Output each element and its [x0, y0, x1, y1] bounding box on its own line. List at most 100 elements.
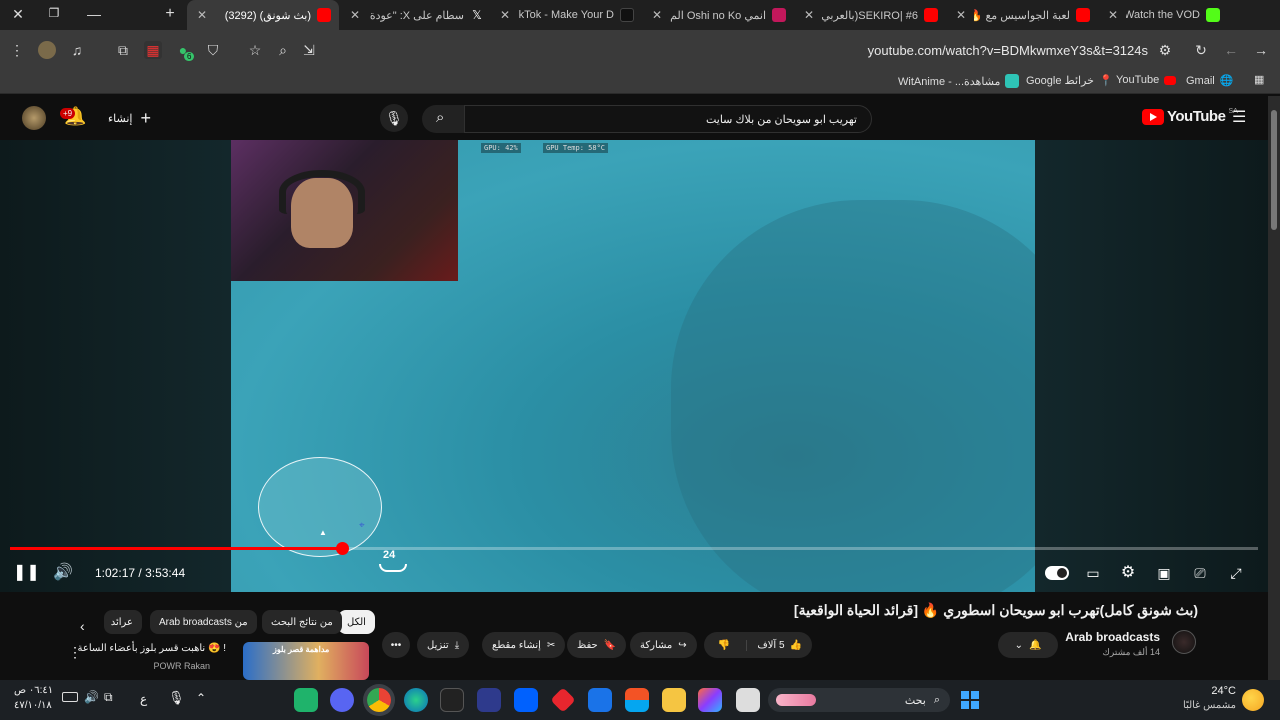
bookmark-witanime[interactable]: مشاهدة... - WitAnime: [898, 74, 1020, 88]
microphone-icon[interactable]: 🎙: [168, 690, 185, 706]
search-input[interactable]: تهريب ابو سويحان من بلاك سايت: [464, 105, 872, 133]
related-video-channel[interactable]: POWR Rakan: [153, 661, 210, 671]
teams-icon[interactable]: [477, 688, 501, 712]
extension-icon[interactable]: ▦: [144, 41, 162, 59]
back-icon[interactable]: →: [1252, 41, 1270, 59]
copilot-icon[interactable]: [698, 688, 722, 712]
chrome-icon[interactable]: [367, 688, 391, 712]
tab-youtube-active[interactable]: (بث شونق) (3292) ✕: [187, 0, 339, 30]
video-progress-bar[interactable]: [10, 542, 1258, 555]
settings-gear-icon[interactable]: ⚙: [1117, 562, 1139, 584]
edge-icon[interactable]: [404, 688, 428, 712]
close-tab-icon[interactable]: ✕: [1106, 8, 1120, 22]
close-tab-icon[interactable]: ✕: [650, 8, 664, 22]
create-button[interactable]: إنشاء +: [108, 108, 151, 129]
tab-sekiro[interactable]: SEKIRO| #6(بالعربي) ✕: [794, 0, 946, 30]
close-tab-icon[interactable]: ✕: [195, 8, 209, 22]
site-settings-icon[interactable]: ⚙: [1156, 41, 1174, 59]
taskbar-time[interactable]: ٠٦:٤١ ص: [14, 685, 53, 696]
network-icon[interactable]: ⧉: [104, 690, 113, 705]
volume-icon[interactable]: 🔊: [52, 562, 74, 584]
channel-avatar[interactable]: [1172, 630, 1196, 654]
subtitles-icon[interactable]: ▭: [1082, 562, 1104, 584]
show-hidden-icons-chevron-icon[interactable]: ⌃: [196, 691, 206, 705]
red-app-icon[interactable]: [550, 687, 576, 713]
youtube-logo[interactable]: YouTube SA: [1142, 108, 1238, 125]
bookmark-youtube[interactable]: YouTube: [1116, 74, 1177, 86]
chip-channel[interactable]: من Arab broadcasts: [150, 610, 257, 634]
tab-oshi-no-ko[interactable]: انمي Oshi no Ko الم ✕: [642, 0, 794, 30]
epic-games-icon[interactable]: [440, 688, 464, 712]
file-explorer-icon[interactable]: [662, 688, 686, 712]
more-actions-button[interactable]: •••: [382, 632, 410, 658]
address-bar-url[interactable]: youtube.com/watch?v=BDMkwmxeY3s&t=3124s: [868, 43, 1148, 58]
weather-sun-icon[interactable]: [1242, 689, 1264, 711]
dislike-button[interactable]: 👎: [708, 640, 740, 651]
save-button[interactable]: 🔖 حفظ: [567, 632, 627, 658]
mail-icon[interactable]: [588, 688, 612, 712]
bookmark-gmail[interactable]: 🌐 Gmail: [1186, 74, 1233, 88]
restore-window-icon[interactable]: ❐: [44, 6, 64, 20]
tab-kick[interactable]: SXB - Watch the VOD ✕: [1098, 0, 1228, 30]
chips-scroll-left-icon[interactable]: ‹: [80, 618, 85, 634]
chip-more[interactable]: عرائد: [104, 610, 142, 634]
download-button[interactable]: ⤓ تنزيل: [417, 632, 470, 658]
channel-name[interactable]: Arab broadcasts: [1065, 630, 1160, 644]
new-tab-button[interactable]: +: [160, 5, 180, 23]
user-avatar[interactable]: [22, 106, 46, 130]
tab-tiktok[interactable]: TikTok - Make Your D ✕: [490, 0, 642, 30]
media-controls-icon[interactable]: ♫: [68, 41, 86, 59]
clip-button[interactable]: ✂ إنشاء مقطع: [482, 632, 566, 658]
forward-icon[interactable]: ←: [1222, 41, 1240, 59]
chip-all[interactable]: الكل: [338, 610, 375, 634]
scrollbar-thumb[interactable]: [1271, 110, 1277, 230]
bookmark-star-icon[interactable]: ☆: [246, 41, 264, 59]
close-tab-icon[interactable]: ✕: [802, 8, 816, 22]
close-tab-icon[interactable]: ✕: [954, 8, 968, 22]
whatsapp-icon[interactable]: [294, 688, 318, 712]
install-app-icon[interactable]: ⇲: [300, 41, 318, 59]
hamburger-menu-icon[interactable]: ☰: [1232, 107, 1246, 127]
menu-kebab-icon[interactable]: ⋮: [8, 41, 26, 59]
fullscreen-icon[interactable]: ⤢: [1225, 562, 1247, 584]
discord-icon[interactable]: [330, 688, 354, 712]
search-button[interactable]: ⌕: [422, 105, 468, 133]
subscribe-bell-button[interactable]: 🔔 ⌄: [998, 632, 1058, 658]
dropbox-icon[interactable]: [514, 688, 538, 712]
like-button[interactable]: 👍 5 آلاف: [746, 639, 812, 651]
language-indicator[interactable]: ع: [140, 692, 147, 706]
windows-start-icon[interactable]: [958, 688, 982, 712]
apps-grid-icon[interactable]: ▦: [1254, 73, 1264, 86]
reload-icon[interactable]: ↻: [1192, 41, 1210, 59]
video-player[interactable]: GPU: 42% GPU Temp: 58°C ▲ ⌖ 24 ❚❚ 🔊 1:02…: [0, 140, 1268, 592]
voice-search-mic-icon[interactable]: 🎙: [380, 104, 408, 132]
bookmark-google-maps[interactable]: 📍 خرائط Google: [1026, 74, 1113, 87]
progress-scrubber-handle[interactable]: [335, 542, 349, 555]
pause-icon[interactable]: ❚❚: [13, 562, 40, 584]
tab-spy-game[interactable]: لعبة الجواسيس مع 🔥 ✕: [946, 0, 1098, 30]
page-scrollbar[interactable]: [1268, 96, 1280, 680]
battery-icon[interactable]: [62, 692, 78, 702]
close-window-icon[interactable]: ✕: [8, 6, 28, 23]
theater-mode-icon[interactable]: ▣: [1153, 562, 1175, 584]
related-video-menu-icon[interactable]: ⋮: [68, 644, 82, 661]
autoplay-toggle[interactable]: [1045, 566, 1069, 580]
tab-x[interactable]: 𝕏 سطام على X: "عودة ح ✕: [340, 0, 492, 30]
close-tab-icon[interactable]: ✕: [498, 8, 512, 22]
chip-search-results[interactable]: من نتائج البحث: [262, 610, 342, 634]
close-tab-icon[interactable]: ✕: [348, 8, 362, 22]
cast-icon[interactable]: ⎚: [1189, 562, 1211, 584]
minimize-window-icon[interactable]: —: [84, 6, 104, 22]
extensions-icon[interactable]: ⧉: [114, 41, 132, 59]
taskbar-date[interactable]: ٤٧/١٠/١٨: [14, 700, 52, 711]
profile-avatar[interactable]: [38, 41, 56, 59]
speaker-icon[interactable]: 🔊: [84, 690, 99, 704]
privacy-shield-icon[interactable]: ⛉: [204, 41, 222, 59]
video-frame[interactable]: GPU: 42% GPU Temp: 58°C ▲ ⌖ 24: [231, 140, 1035, 592]
share-button[interactable]: ↪ مشاركة: [630, 632, 697, 658]
microsoft-store-icon[interactable]: [625, 688, 649, 712]
related-video-title[interactable]: ! 😍 ناهبت قسر بلوز بأعضاء الساعة: [78, 643, 227, 654]
related-video-thumbnail[interactable]: مداهمة قصر بلوز: [243, 642, 369, 680]
app-icon[interactable]: [736, 688, 760, 712]
zoom-icon[interactable]: ⌕: [274, 41, 292, 59]
